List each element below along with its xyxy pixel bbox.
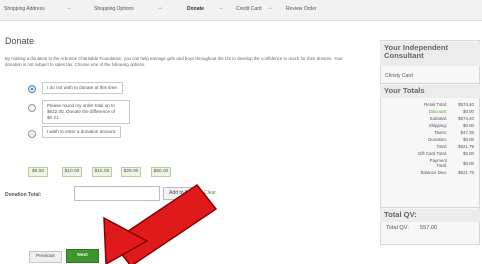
shipping-label: Shipping: xyxy=(428,123,447,128)
step-review-order[interactable]: Review Order xyxy=(286,6,317,12)
donation-total-label: Donation Total: xyxy=(5,192,42,198)
intro-text: By making a donation to the Arbonne Char… xyxy=(5,56,343,67)
balance-due-value: $621.79 xyxy=(458,170,474,175)
amount-button-15[interactable]: $15.00 xyxy=(92,167,112,177)
step-credit-card[interactable]: Credit Card xyxy=(236,6,262,12)
payment-total-value: $0.00 xyxy=(463,161,474,166)
amount-button-25[interactable]: $25.00 xyxy=(121,167,141,177)
page-title: Donate xyxy=(5,36,35,46)
amount-button-10[interactable]: $10.00 xyxy=(62,167,82,177)
radio-round-up[interactable] xyxy=(28,104,36,112)
add-to-bag-button[interactable]: Add to Bag xyxy=(163,187,200,200)
next-button[interactable]: Next xyxy=(66,249,99,263)
totals-heading: Your Totals xyxy=(380,85,480,98)
taxes-label: Taxes: xyxy=(434,130,447,135)
step-arrow-icon: → xyxy=(157,5,163,11)
step-donate[interactable]: Donate xyxy=(187,6,204,12)
donation-label: Donation: xyxy=(428,137,447,142)
step-shopping-address[interactable]: Shopping Address xyxy=(4,6,45,12)
amount-button-50[interactable]: $50.00 xyxy=(151,167,171,177)
step-arrow-icon: → xyxy=(267,5,273,11)
retail-total-value: $574.40 xyxy=(458,102,474,107)
subtotal-value: $574.40 xyxy=(458,116,474,121)
sidebar-divider xyxy=(380,207,480,208)
previous-button[interactable]: Previous xyxy=(29,251,62,263)
amount-button-5[interactable]: $5.00 xyxy=(28,167,48,177)
option-enter-amount-label: I wish to enter a donation amount. xyxy=(42,126,122,138)
step-arrow-icon: → xyxy=(66,5,72,11)
subtotal-label: Subtotal: xyxy=(429,116,447,121)
qv-heading: Total QV: xyxy=(380,209,480,222)
qv-label: Total QV: xyxy=(386,225,409,231)
shipping-value: $0.00 xyxy=(463,123,474,128)
sidebar-divider xyxy=(380,83,480,84)
taxes-value: $47.39 xyxy=(460,130,474,135)
discount-value: $0.00 xyxy=(463,109,474,114)
qv-value: 557.00 xyxy=(420,225,438,231)
step-shopping-options[interactable]: Shopping Options xyxy=(94,6,134,12)
option-no-donate-label: I do not wish to donate at this time. xyxy=(42,82,123,94)
donation-total-input[interactable] xyxy=(74,186,160,201)
consultant-name: Christy Card xyxy=(385,73,413,79)
balance-due-label: Balance Due: xyxy=(420,170,447,175)
clear-link[interactable]: Clear xyxy=(204,190,216,196)
step-arrow-icon: → xyxy=(218,5,224,11)
payment-total-label: Payment Total: xyxy=(429,158,447,168)
total-value: $621.79 xyxy=(458,144,474,149)
total-label: Total: xyxy=(436,144,448,149)
discount-label: Discount: xyxy=(428,109,447,114)
gift-card-total-value: $0.00 xyxy=(463,151,474,156)
radio-no-donate[interactable] xyxy=(28,85,36,93)
radio-enter-amount[interactable] xyxy=(28,130,36,138)
checkout-steps: Shopping Address → Shopping Options → Do… xyxy=(0,0,482,21)
retail-total-label: Retail Total: xyxy=(424,102,447,107)
donation-value: $0.00 xyxy=(463,137,474,142)
gift-card-total-label: Gift Card Total: xyxy=(417,151,447,156)
consultant-heading: Your Independent Consultant xyxy=(380,42,480,66)
option-round-up-label: Please round my order total up to $622.0… xyxy=(42,100,130,124)
